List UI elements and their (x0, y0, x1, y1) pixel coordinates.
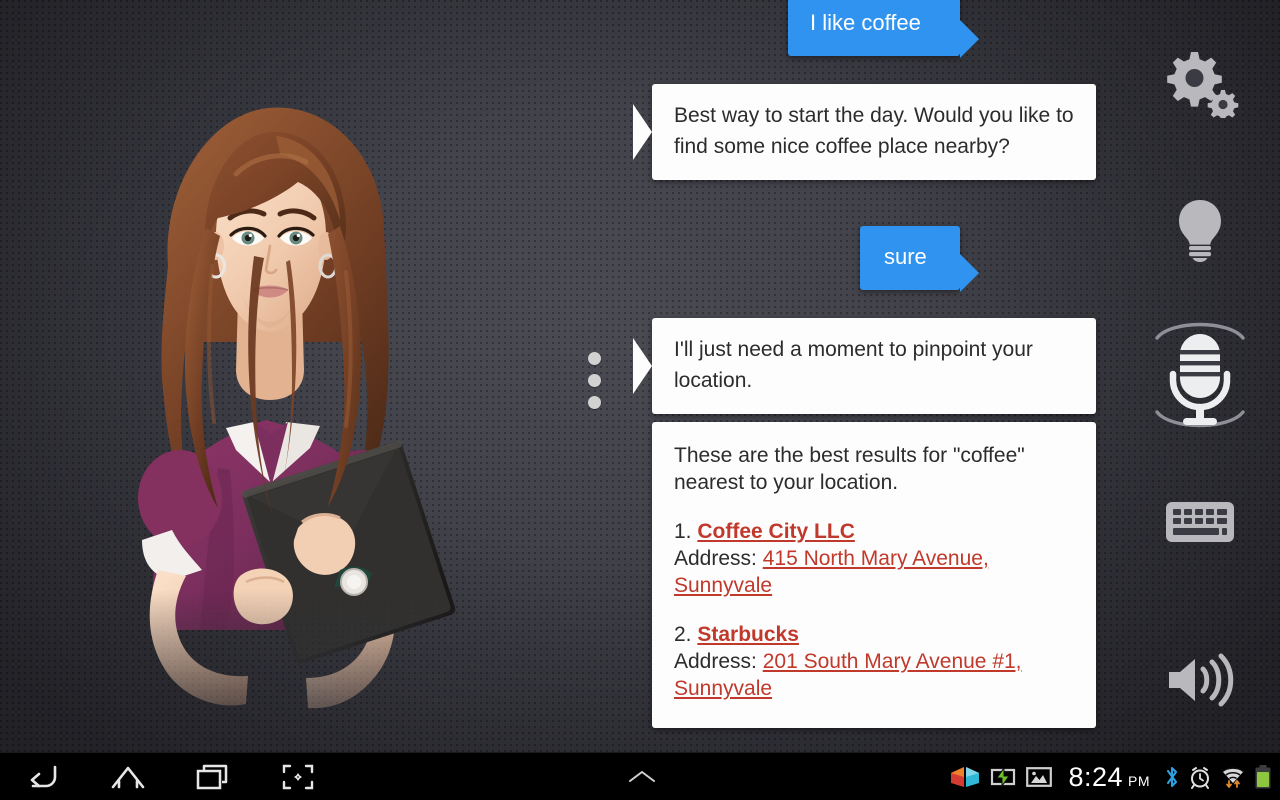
result-item-1[interactable]: 1. Coffee City LLC Address: 415 North Ma… (674, 518, 1074, 599)
screenshot-button[interactable] (255, 753, 340, 800)
back-button[interactable] (0, 753, 85, 800)
result-name-link[interactable]: Starbucks (697, 623, 799, 646)
settings-button[interactable] (1161, 46, 1239, 118)
navigation-buttons (0, 753, 340, 800)
recents-icon (196, 764, 227, 790)
usb-transfer-icon (990, 766, 1018, 788)
alarm-icon (1188, 765, 1212, 789)
result-name-link[interactable]: Coffee City LLC (697, 520, 855, 543)
home-button[interactable] (85, 753, 170, 800)
expand-chevron-icon (629, 771, 655, 782)
home-icon (111, 766, 144, 789)
message-sure[interactable]: sure (860, 226, 979, 292)
keyboard-button[interactable] (1165, 498, 1235, 546)
assistant-avatar[interactable] (40, 70, 500, 752)
screenshot-captured-icon (1026, 766, 1053, 788)
result-item-2[interactable]: 2. Starbucks Address: 201 South Mary Ave… (674, 621, 1074, 702)
microphone-button[interactable] (1145, 304, 1255, 446)
tool-rail (1120, 0, 1280, 752)
recents-button[interactable] (170, 753, 255, 800)
message-text: I like coffee (810, 10, 921, 35)
overflow-dot (588, 352, 601, 365)
search-results-bubble[interactable]: These are the best results for "coffee" … (652, 422, 1096, 728)
bluetooth-icon (1164, 765, 1180, 789)
message-text: sure (884, 244, 927, 269)
microphone-icon (1155, 322, 1245, 428)
status-icons[interactable]: 8:24 PM (948, 753, 1272, 800)
message-best-way-to-start[interactable]: Best way to start the day. Would you lik… (633, 84, 1096, 180)
message-i-like-coffee[interactable]: I like coffee (788, 0, 979, 58)
results-intro: These are the best results for "coffee" … (674, 444, 1025, 494)
result-address-label: Address: (674, 547, 757, 570)
message-text: I'll just need a moment to pinpoint your… (674, 338, 1033, 392)
speaker-volume-icon (1169, 653, 1234, 707)
result-index: 2. (674, 623, 692, 646)
message-pinpoint-location[interactable]: I'll just need a moment to pinpoint your… (633, 318, 1096, 414)
screen: I like coffee Best way to start the day.… (0, 0, 1280, 800)
back-arrow-icon (30, 765, 56, 788)
conversation-pane: I like coffee Best way to start the day.… (560, 0, 1120, 752)
hint-button[interactable] (1170, 196, 1230, 262)
overflow-dot (588, 396, 601, 409)
message-text: Best way to start the day. Would you lik… (674, 104, 1074, 158)
screenshot-icon (282, 764, 313, 790)
expand-chevron-button[interactable] (618, 753, 666, 800)
hint-lightbulb-icon (1179, 200, 1221, 262)
bubble-tail (633, 338, 652, 394)
wifi-icon (1220, 765, 1246, 789)
bubble-tail (960, 254, 979, 292)
system-navigation-bar: 8:24 PM (0, 752, 1280, 800)
result-address-label: Address: (674, 650, 757, 673)
status-clock: 8:24 PM (1068, 761, 1150, 792)
bubble-tail (960, 20, 979, 58)
speaker-button[interactable] (1165, 652, 1235, 708)
keyboard-icon (1166, 502, 1234, 542)
settings-gears-icon (1167, 52, 1239, 118)
media-3d-icon (948, 765, 982, 789)
result-index: 1. (674, 520, 692, 543)
overflow-menu[interactable] (588, 352, 604, 409)
bubble-tail (633, 104, 652, 160)
overflow-dot (588, 374, 601, 387)
clock-time: 8:24 (1068, 761, 1123, 792)
clock-meridiem: PM (1128, 772, 1150, 789)
battery-icon (1254, 764, 1272, 790)
